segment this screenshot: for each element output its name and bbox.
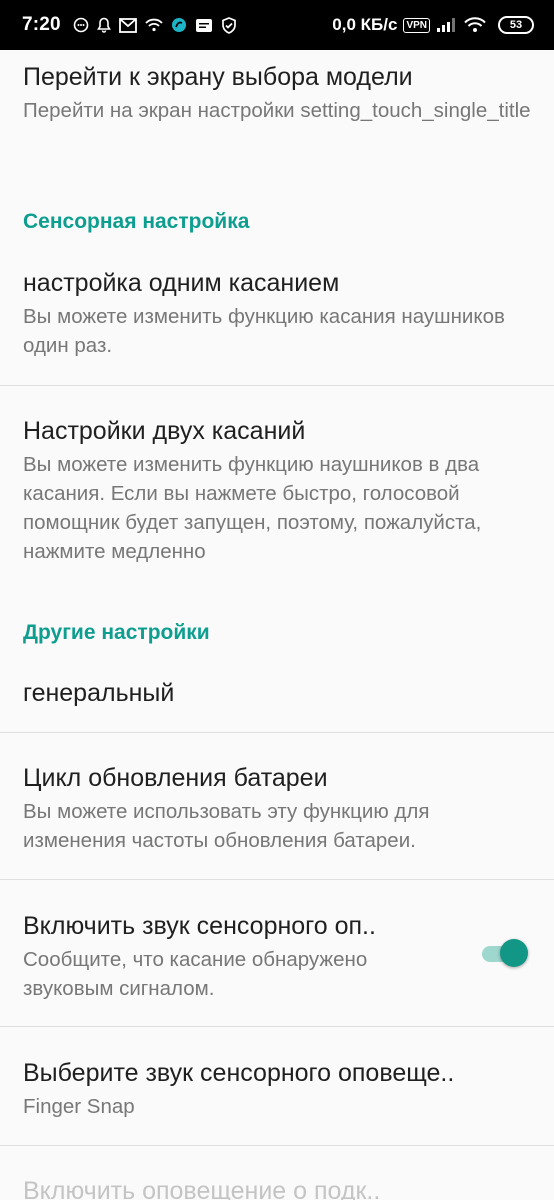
- divider: [0, 879, 554, 880]
- touch-sound-item[interactable]: Включить звук сенсорного оп.. Сообщите, …: [0, 911, 554, 1003]
- general-item[interactable]: генеральный: [0, 678, 554, 708]
- status-bar-left: 7:20: [22, 14, 245, 36]
- wifi-icon: [464, 17, 486, 33]
- item-title: Настройки двух касаний: [23, 417, 306, 445]
- bell-icon: [96, 17, 111, 33]
- category-touch-settings: Сенсорная настройка: [23, 210, 250, 233]
- item-summary: Перейти на экран настройки setting_touch…: [23, 99, 531, 122]
- switch-thumb: [500, 939, 528, 967]
- settings-list: Перейти к экрану выбора модели Перейти н…: [0, 50, 554, 1200]
- touch-sound-switch[interactable]: [482, 939, 528, 967]
- battery-indicator: 53: [498, 16, 534, 34]
- divider: [0, 1145, 554, 1146]
- double-touch-item[interactable]: Настройки двух касаний Вы можете изменит…: [0, 416, 554, 566]
- divider: [0, 1026, 554, 1027]
- model-select-item[interactable]: Перейти к экрану выбора модели Перейти н…: [0, 62, 554, 125]
- status-bar-right: 0,0 КБ/с VPN 53: [332, 15, 534, 35]
- item-title: генеральный: [23, 679, 175, 707]
- item-title: Выберите звук сенсорного оповеще..: [23, 1059, 455, 1087]
- app-icon: [171, 17, 187, 33]
- item-title: Включить оповещение о подк..: [23, 1177, 381, 1200]
- item-title: настройка одним касанием: [23, 269, 340, 297]
- divider: [0, 385, 554, 386]
- divider: [0, 732, 554, 733]
- item-summary: Вы можете использовать эту функцию для и…: [23, 800, 430, 852]
- battery-cycle-item[interactable]: Цикл обновления батареи Вы можете исполь…: [0, 763, 554, 855]
- message-icon: [195, 18, 213, 33]
- touch-sound-select-item[interactable]: Выберите звук сенсорного оповеще.. Finge…: [0, 1058, 554, 1121]
- connect-alert-item[interactable]: Включить оповещение о подк..: [0, 1176, 554, 1200]
- wifi-icon: [145, 18, 163, 32]
- status-time: 7:20: [22, 14, 61, 35]
- item-summary: Вы можете изменить функцию касания наушн…: [23, 305, 505, 357]
- mail-icon: [118, 17, 137, 33]
- item-title: Включить звук сенсорного оп..: [23, 912, 376, 940]
- network-speed: 0,0 КБ/с: [332, 15, 398, 34]
- shield-icon: [221, 16, 237, 34]
- item-summary: Finger Snap: [23, 1095, 135, 1118]
- item-summary: Сообщите, что касание обнаружено звуковы…: [23, 948, 368, 1000]
- item-summary: Вы можете изменить функцию наушников в д…: [23, 453, 482, 563]
- item-title: Перейти к экрану выбора модели: [23, 63, 413, 91]
- item-title: Цикл обновления батареи: [23, 764, 328, 792]
- messenger-icon: [73, 17, 89, 33]
- vpn-badge: VPN: [403, 17, 430, 33]
- signal-icon: [436, 17, 456, 33]
- single-touch-item[interactable]: настройка одним касанием Вы можете измен…: [0, 268, 554, 360]
- status-bar: 7:20 0,0 КБ/с VPN 53: [0, 0, 554, 50]
- category-other-settings: Другие настройки: [23, 621, 210, 644]
